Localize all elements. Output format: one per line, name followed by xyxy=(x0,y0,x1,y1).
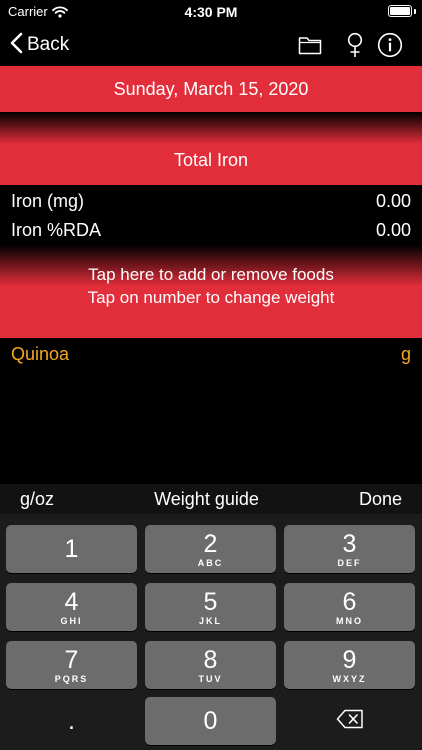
key-letters: DEF xyxy=(337,557,362,568)
key-number: 3 xyxy=(342,529,357,558)
nutrient-label: Iron (mg) xyxy=(11,190,85,211)
nutrient-value: 0.00 xyxy=(375,219,411,240)
date-selector[interactable]: Sunday, March 15, 2020 xyxy=(0,66,422,112)
key-0[interactable]: 0 xyxy=(145,697,276,745)
female-symbol-icon[interactable] xyxy=(340,30,370,60)
key-decimal[interactable]: . xyxy=(6,697,137,745)
food-weight-field[interactable]: g xyxy=(401,344,411,365)
key-8[interactable]: 8 TUV xyxy=(145,641,276,689)
food-row-quinoa[interactable]: Quinoa g xyxy=(0,340,422,368)
add-remove-foods-button[interactable]: Tap here to add or remove foods Tap on n… xyxy=(0,245,422,338)
status-bar: Carrier 4:30 PM xyxy=(0,0,422,24)
key-3[interactable]: 3 DEF xyxy=(284,525,415,573)
key-2[interactable]: 2 ABC xyxy=(145,525,276,573)
weight-guide-button[interactable]: Weight guide xyxy=(154,489,259,510)
battery-tip xyxy=(414,9,416,14)
key-9[interactable]: 9 WXYZ xyxy=(284,641,415,689)
key-letters: MNO xyxy=(336,615,363,626)
instruction-line-2: Tap on number to change weight xyxy=(87,287,335,307)
key-number: 1 xyxy=(64,535,79,563)
nutrient-value: 0.00 xyxy=(375,190,411,211)
key-number: 6 xyxy=(342,587,357,616)
key-number: 4 xyxy=(64,587,79,616)
nutrient-label: Iron %RDA xyxy=(11,219,102,240)
navigation-bar: Back xyxy=(0,26,422,64)
chevron-left-icon xyxy=(10,32,23,59)
food-name: Quinoa xyxy=(11,343,70,364)
battery-icon xyxy=(388,5,412,17)
delete-key[interactable] xyxy=(284,697,415,745)
key-6[interactable]: 6 MNO xyxy=(284,583,415,631)
key-number: 5 xyxy=(203,587,218,616)
date-label: Sunday, March 15, 2020 xyxy=(113,78,309,99)
key-letters: PQRS xyxy=(54,673,89,684)
status-time: 4:30 PM xyxy=(184,4,238,20)
keyboard-toolbar: g/oz Weight guide Done xyxy=(0,484,422,514)
key-letters: ABC xyxy=(197,557,224,568)
back-button[interactable]: Back xyxy=(10,30,69,60)
key-number: 7 xyxy=(64,645,79,674)
unit-toggle-button[interactable]: g/oz xyxy=(20,489,54,510)
folder-icon[interactable] xyxy=(295,30,325,60)
key-4[interactable]: 4 GHI xyxy=(6,583,137,631)
numeric-keypad: 1 2 ABC 3 DEF 4 GHI 5 JKL 6 MNO 7 PQRS 8… xyxy=(0,514,422,750)
nutrient-header: Total Iron xyxy=(0,112,422,185)
key-7[interactable]: 7 PQRS xyxy=(6,641,137,689)
key-letters: WXYZ xyxy=(332,673,367,684)
key-letters: JKL xyxy=(198,615,222,626)
backspace-icon xyxy=(336,709,364,734)
key-1[interactable]: 1 xyxy=(6,525,137,573)
key-number: . xyxy=(68,707,75,735)
key-number: 8 xyxy=(203,645,218,674)
back-label: Back xyxy=(27,34,70,55)
key-5[interactable]: 5 JKL xyxy=(145,583,276,631)
instruction-line-1: Tap here to add or remove foods xyxy=(88,264,334,284)
key-number: 0 xyxy=(203,707,218,735)
key-letters: GHI xyxy=(60,615,83,626)
nutrient-title: Total Iron xyxy=(173,150,249,170)
done-button[interactable]: Done xyxy=(359,489,402,510)
nutrient-row-iron-mg: Iron (mg) 0.00 xyxy=(0,186,422,216)
key-letters: TUV xyxy=(198,673,223,684)
nutrient-row-iron-rda: Iron %RDA 0.00 xyxy=(0,215,422,245)
key-number: 2 xyxy=(203,529,218,558)
key-number: 9 xyxy=(342,645,357,674)
info-icon[interactable] xyxy=(375,30,405,60)
